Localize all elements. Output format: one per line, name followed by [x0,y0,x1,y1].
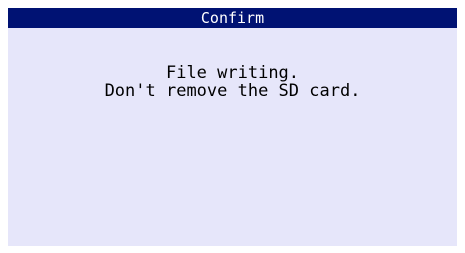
dialog-message: File writing. Don't remove the SD card. [8,64,457,100]
confirm-dialog: Confirm File writing. Don't remove the S… [8,8,457,246]
message-line-1: File writing. [165,63,300,83]
message-line-2: Don't remove the SD card. [104,81,361,101]
dialog-title: Confirm [8,8,457,28]
